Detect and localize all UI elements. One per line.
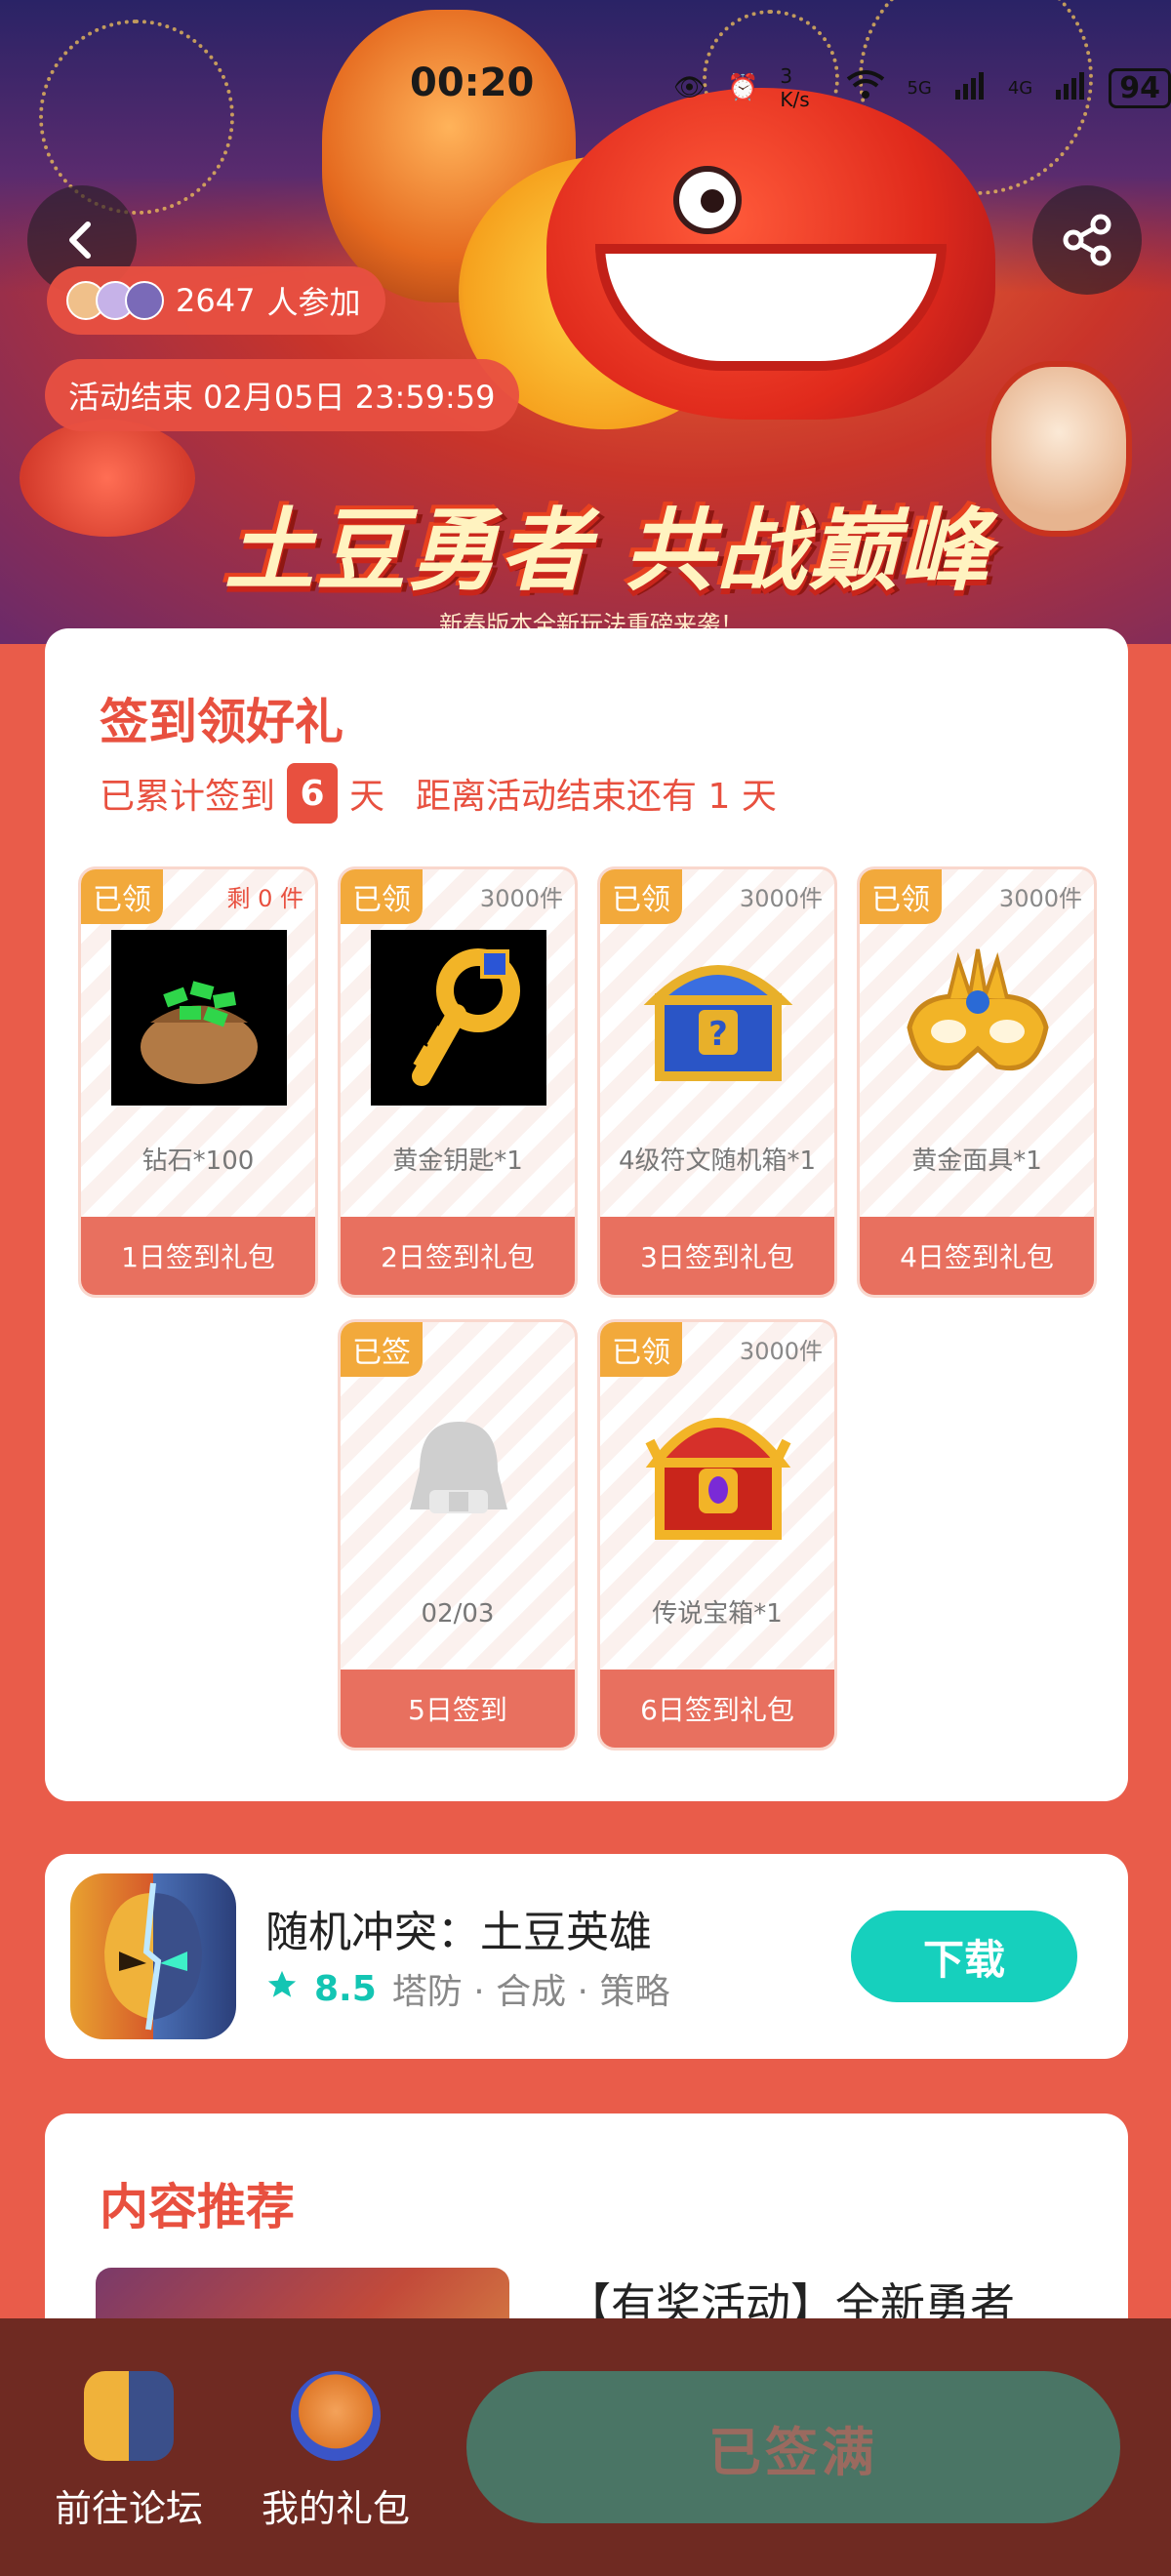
signal-4g-label: 4G [1007, 77, 1033, 99]
gift-card-day-3[interactable]: 已领 3000件 ? 4级符文随机箱*1 3日签到礼包 [597, 866, 837, 1298]
gift-name: 4级符文随机箱*1 [618, 1147, 817, 1176]
gift-stock: 3000件 [479, 885, 563, 912]
signin-streak: 已累计签到 6 天 距离活动结束还有 1 天 [100, 763, 777, 824]
gift-footer: 5日签到 [341, 1670, 575, 1748]
legend-chest-icon [630, 1383, 806, 1558]
gift-stock: 3000件 [998, 885, 1082, 912]
star-icon [265, 1968, 299, 2010]
gift-stock: 3000件 [739, 1338, 823, 1365]
gift-card-day-1[interactable]: 已领 剩 0 件 钻石*100 1日签到礼包 [78, 866, 318, 1298]
claimed-tag: 已领 [341, 869, 423, 924]
firework-decoration [39, 20, 234, 215]
claimed-tag: 已领 [860, 869, 942, 924]
my-gifts-nav[interactable]: 我的礼包 [238, 2371, 433, 2532]
signal-5g-icon [953, 70, 987, 106]
eye-icon: 👁 [673, 73, 707, 102]
remaining-days: 距离活动结束还有 1 天 [416, 777, 777, 817]
game-tags: 塔防 · 合成 · 策略 [391, 1972, 670, 2012]
game-meta: 8.5 塔防 · 合成 · 策略 [265, 1963, 669, 2014]
share-button[interactable] [1032, 185, 1142, 295]
gift-footer: 2日签到礼包 [341, 1217, 575, 1295]
gift-card-day-5[interactable]: 已签 02/03 5日签到 [338, 1319, 578, 1751]
share-icon [1063, 214, 1111, 266]
signin-card: 签到领好礼 已累计签到 6 天 距离活动结束还有 1 天 已领 剩 0 件 钻石… [45, 628, 1128, 1801]
gift-footer: 4日签到礼包 [860, 1217, 1094, 1295]
claimed-tag: 已领 [600, 869, 682, 924]
activity-end-time: 活动结束 02月05日 23:59:59 [45, 359, 519, 431]
streak-unit: 天 [349, 777, 385, 817]
claimed-tag: 已领 [600, 1322, 682, 1377]
gift-name: 黄金钥匙*1 [392, 1147, 523, 1176]
gift-stock: 3000件 [739, 885, 823, 912]
svg-text:?: ? [708, 1015, 728, 1054]
gift-card-day-6[interactable]: 已领 3000件 传说宝箱*1 6日签到礼包 [597, 1319, 837, 1751]
gift-name: 传说宝箱*1 [652, 1599, 783, 1629]
placeholder-avatar-icon [371, 1383, 546, 1558]
participants-count: 2647 [176, 282, 256, 319]
diamond-bag-icon [111, 930, 287, 1106]
wifi-icon [846, 69, 885, 107]
gift-footer: 1日签到礼包 [81, 1217, 315, 1295]
avatar [125, 281, 164, 320]
golden-mask-icon [890, 930, 1066, 1106]
game-rating: 8.5 [314, 1968, 377, 2009]
signin-date: 02/03 [421, 1599, 495, 1629]
gift-footer: 6日签到礼包 [600, 1670, 834, 1748]
battery-icon: 94 [1109, 67, 1171, 108]
alarm-icon: ⏰ [727, 73, 759, 102]
net-speed: 3 K/s [780, 64, 810, 111]
dragon-eye [673, 166, 742, 234]
signin-title: 签到领好礼 [100, 694, 343, 750]
recommend-title: 内容推荐 [100, 2179, 295, 2235]
mascot-character [986, 361, 1132, 537]
gift-card-day-2[interactable]: 已领 3000件 黄金钥匙*1 2日签到礼包 [338, 866, 578, 1298]
participants-pill: 2647 人参加 [47, 266, 386, 335]
banner-title: 土豆勇者 共战巅峰 [224, 499, 992, 603]
gift-stock: 剩 0 件 [226, 885, 303, 912]
bird-character [20, 420, 195, 537]
my-gifts-label: 我的礼包 [261, 2487, 410, 2530]
participant-avatars [66, 281, 164, 320]
gift-name: 钻石*100 [141, 1147, 255, 1176]
signed-tag: 已签 [341, 1322, 423, 1377]
streak-days: 6 [287, 763, 339, 824]
status-time: 00:20 [410, 60, 535, 105]
forum-label: 前往论坛 [54, 2487, 203, 2530]
claimed-tag: 已领 [81, 869, 163, 924]
gift-footer: 3日签到礼包 [600, 1217, 834, 1295]
signal-5g-label: 5G [907, 77, 932, 99]
participants-suffix: 人参加 [266, 284, 361, 321]
signal-4g-icon [1054, 70, 1087, 106]
bottom-bar: 前往论坛 我的礼包 已签满 [0, 2318, 1171, 2576]
game-name: 随机冲突：土豆英雄 [265, 1908, 652, 1957]
chevron-left-icon [69, 221, 91, 259]
status-icons: 👁 ⏰ 3 K/s 5G 4G 94 [673, 64, 1171, 111]
gift-avatar-icon [291, 2371, 381, 2461]
gift-name: 黄金面具*1 [911, 1147, 1042, 1176]
game-card[interactable]: 随机冲突：土豆英雄 8.5 塔防 · 合成 · 策略 下载 [45, 1854, 1128, 2059]
signed-full-button[interactable]: 已签满 [466, 2371, 1120, 2523]
gift-card-day-4[interactable]: 已领 3000件 黄金面具*1 4日签到礼包 [857, 866, 1097, 1298]
forum-icon [84, 2371, 174, 2461]
forum-nav[interactable]: 前往论坛 [31, 2371, 226, 2532]
download-button[interactable]: 下载 [851, 1911, 1077, 2002]
golden-key-icon [371, 930, 546, 1106]
streak-prefix: 已累计签到 [100, 777, 276, 817]
game-app-icon [70, 1873, 236, 2039]
rune-chest-icon: ? [630, 930, 806, 1106]
